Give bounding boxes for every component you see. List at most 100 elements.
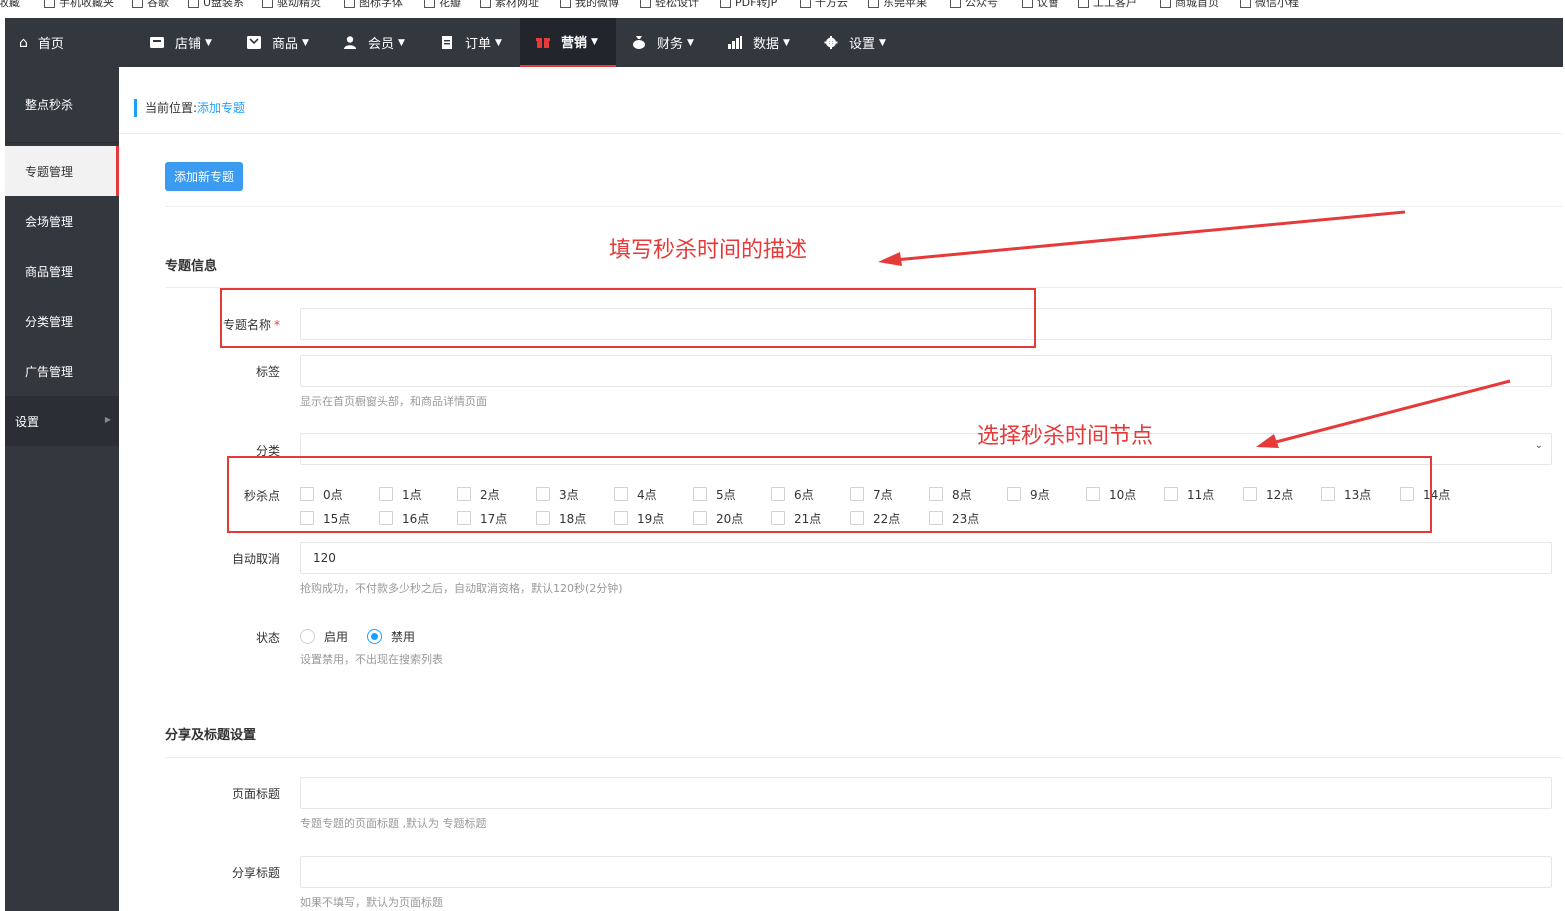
nav-item-data[interactable]: 数据 ▼ <box>728 18 790 67</box>
gift-icon <box>536 38 550 48</box>
nav-item-order[interactable]: 订单 ▼ <box>440 18 502 67</box>
divider <box>119 133 1565 134</box>
share-title-input[interactable] <box>300 856 1552 888</box>
chevron-down-icon: ▼ <box>495 37 502 48</box>
nav-item-label: 数据 <box>753 37 780 52</box>
radio-circle <box>367 628 382 644</box>
bookmark-item[interactable]: 工工客户 <box>1078 0 1137 8</box>
arrow-head-icon <box>878 252 902 266</box>
radio-label: 启用 <box>324 629 349 644</box>
sidebar-item-label: 会场管理 <box>25 214 74 229</box>
bookmark-item[interactable]: 花瓣 <box>424 0 461 8</box>
chevron-down-icon: ▼ <box>302 37 309 48</box>
bookmark-icon <box>424 0 435 8</box>
tag-help: 显示在首页橱窗头部，和商品详情页面 <box>300 395 487 408</box>
sidebar-item-category-manage[interactable]: 分类管理 <box>5 296 119 346</box>
annotation-text-hours: 选择秒杀时间节点 <box>977 424 1154 449</box>
status-enable-radio[interactable]: 启用 <box>300 627 348 645</box>
bookmark-icon <box>1160 0 1171 8</box>
order-icon <box>442 36 452 49</box>
nav-home[interactable]: ⌂ 首页 <box>19 18 64 67</box>
nav-item-label: 财务 <box>657 37 684 52</box>
annotation-text-desc: 填写秒杀时间的描述 <box>609 238 808 263</box>
bookmark-item[interactable]: 东莞苹果 <box>868 0 927 8</box>
chevron-down-icon: ▼ <box>783 37 790 48</box>
bookmark-icon <box>44 0 55 8</box>
bookmark-icon <box>868 0 879 8</box>
bookmark-item[interactable]: PDF转JP <box>720 0 777 8</box>
gear-icon <box>824 36 838 49</box>
bookmark-item[interactable]: 商城首页 <box>1160 0 1219 8</box>
auto-cancel-help: 抢购成功，不付款多少秒之后，自动取消资格，默认120秒(2分钟) <box>300 582 623 595</box>
sidebar-item-label: 专题管理 <box>25 164 74 179</box>
auto-cancel-input[interactable]: 120 <box>300 542 1552 574</box>
radio-circle <box>300 628 315 644</box>
nav-item-finance[interactable]: 财务 ▼ <box>632 18 694 67</box>
sidebar-item-goods-manage[interactable]: 商品管理 <box>5 246 119 296</box>
sidebar-item-topic-manage[interactable]: 专题管理 <box>5 146 119 196</box>
user-icon <box>344 36 356 49</box>
chevron-down-icon: ▼ <box>205 37 212 48</box>
sidebar-item-settings[interactable]: 设置 ▶ <box>5 396 119 446</box>
bookmark-item[interactable]: 收藏 <box>0 0 20 8</box>
nav-item-label: 订单 <box>465 37 492 52</box>
share-title-label: 分享标题 <box>231 866 280 880</box>
nav-item-label: 会员 <box>368 37 395 52</box>
divider <box>165 757 1565 758</box>
sidebar-item-label: 商品管理 <box>25 264 74 279</box>
bookmark-item[interactable]: 公众号 <box>950 0 998 8</box>
bookmark-item[interactable]: 议會 <box>1022 0 1059 8</box>
radio-label: 禁用 <box>391 629 416 644</box>
chevron-down-icon: ▼ <box>398 37 405 48</box>
sidebar-title: 整点秒杀 <box>5 67 119 143</box>
bookmark-icon <box>720 0 731 8</box>
bookmark-item[interactable]: 我的微博 <box>560 0 619 8</box>
chevron-down-icon: ⌄ <box>1534 440 1543 451</box>
bookmark-item[interactable]: 素材网址 <box>480 0 539 8</box>
tag-input[interactable] <box>300 355 1552 387</box>
page-title-label: 页面标题 <box>231 787 280 801</box>
bookmark-icon <box>480 0 491 8</box>
status-disable-radio[interactable]: 禁用 <box>367 627 415 645</box>
bookmark-item[interactable]: 图标字体 <box>344 0 403 8</box>
nav-item-store[interactable]: 店铺 ▼ <box>150 18 212 67</box>
chart-icon <box>728 36 742 49</box>
bookmark-item[interactable]: 谷歌 <box>132 0 169 8</box>
bookmark-icon <box>950 0 961 8</box>
annotation-box-hours <box>227 456 1432 533</box>
nav-item-label: 商品 <box>272 37 299 52</box>
nav-item-settings[interactable]: 设置 ▼ <box>824 18 886 67</box>
bookmark-icon <box>132 0 143 8</box>
nav-item-label: 设置 <box>849 37 876 52</box>
sidebar: 整点秒杀 专题管理 会场管理 商品管理 分类管理 广告管理 设置 ▶ <box>5 67 119 911</box>
divider <box>165 206 1565 207</box>
sidebar-item-ad-manage[interactable]: 广告管理 <box>5 346 119 396</box>
bookmark-item[interactable]: 轻松设计 <box>640 0 699 8</box>
nav-item-label: 店铺 <box>175 37 202 52</box>
breadcrumb-current[interactable]: 添加专题 <box>197 101 245 115</box>
chevron-down-icon: ▼ <box>879 37 886 48</box>
nav-item-member[interactable]: 会员 ▼ <box>343 18 405 67</box>
bookmark-item[interactable]: 手机收藏夹 <box>44 0 114 8</box>
bookmark-item[interactable]: 驱动精灵 <box>262 0 321 8</box>
bookmark-item[interactable]: U盘装系 <box>188 0 244 8</box>
bookmark-icon <box>640 0 651 8</box>
nav-item-marketing[interactable]: 营销 ▼ <box>520 18 616 67</box>
bookmark-item[interactable]: 微信小程 <box>1240 0 1299 8</box>
add-topic-button[interactable]: 添加新专题 <box>165 162 243 191</box>
annotation-arrow-desc <box>894 210 1406 262</box>
page-title-input[interactable] <box>300 777 1552 809</box>
annotation-box-name <box>220 288 1036 348</box>
sidebar-item-venue-manage[interactable]: 会场管理 <box>5 196 119 246</box>
breadcrumb-prefix: 当前位置: <box>145 101 198 115</box>
breadcrumb: 当前位置:添加专题 <box>134 99 245 117</box>
chevron-right-icon: ▶ <box>104 415 111 424</box>
home-icon: ⌂ <box>19 34 28 51</box>
money-bag-icon <box>633 36 645 49</box>
sidebar-item-label: 分类管理 <box>25 314 74 329</box>
section-title-info: 专题信息 <box>165 259 218 274</box>
tag-label: 标签 <box>255 365 280 379</box>
nav-home-label: 首页 <box>37 37 64 52</box>
bookmark-item[interactable]: 千方云 <box>800 0 848 8</box>
nav-item-goods[interactable]: 商品 ▼ <box>247 18 309 67</box>
